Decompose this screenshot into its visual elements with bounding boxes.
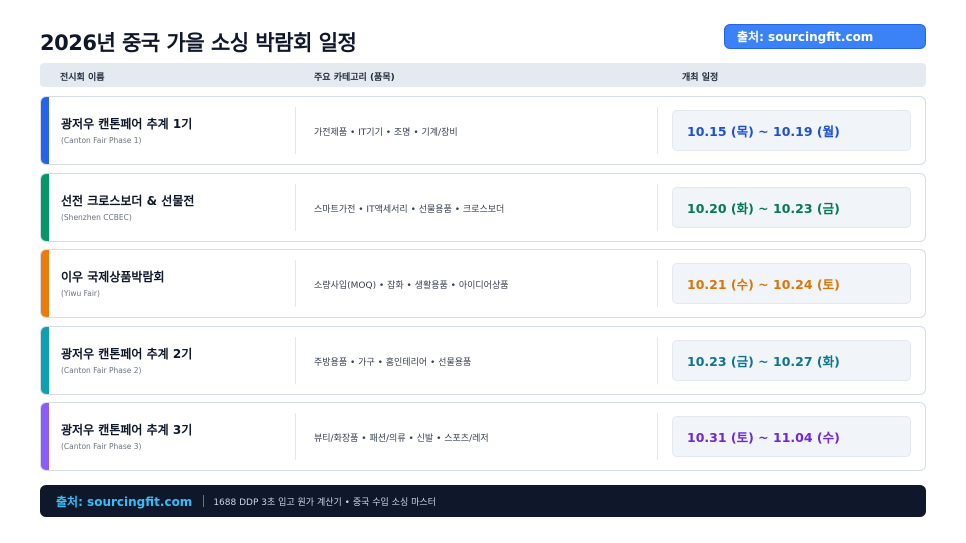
row-subtitle: (Canton Fair Phase 2) (61, 366, 142, 375)
row-date: 10.15 (목) ~ 10.19 (월) (672, 110, 911, 151)
row-category: 뷰티/화장품 • 패션/의류 • 신발 • 스포츠/레저 (314, 434, 489, 444)
table-header: 전시회 이름 주요 카테고리 (품목) 개최 일정 (40, 63, 926, 87)
row-name: 광저우 캔톤페어 추계 2기 (61, 347, 193, 361)
row-date: 10.21 (수) ~ 10.24 (토) (672, 263, 911, 304)
table-row: 이우 국제상품박람회 (Yiwu Fair) 소량사입(MOQ) • 잡화 • … (40, 249, 926, 318)
row-accent-bar (41, 250, 49, 317)
row-name: 광저우 캔톤페어 추계 1기 (61, 117, 193, 131)
page-title: 2026년 중국 가을 소싱 박람회 일정 (40, 31, 357, 55)
row-name: 광저우 캔톤페어 추계 3기 (61, 423, 193, 437)
row-accent-bar (41, 97, 49, 164)
row-name: 선전 크로스보더 & 선물전 (61, 194, 195, 208)
row-subtitle: (Yiwu Fair) (61, 289, 100, 298)
header-name: 전시회 이름 (60, 73, 105, 83)
row-date: 10.23 (금) ~ 10.27 (화) (672, 340, 911, 381)
source-badge[interactable]: 출처: sourcingfit.com (724, 24, 926, 49)
row-date: 10.31 (토) ~ 11.04 (수) (672, 416, 911, 457)
row-subtitle: (Canton Fair Phase 1) (61, 136, 142, 145)
row-accent-bar (41, 403, 49, 470)
row-category: 소량사입(MOQ) • 잡화 • 생활용품 • 아이디어상품 (314, 281, 509, 291)
footer-source[interactable]: 출처: sourcingfit.com (56, 493, 192, 510)
row-subtitle: (Shenzhen CCBEC) (61, 213, 132, 222)
footer-text: 1688 DDP 3초 입고 원가 계산기 • 중국 수입 소싱 마스터 (213, 497, 436, 508)
header-category: 주요 카테고리 (품목) (314, 73, 395, 83)
row-category: 주방용품 • 가구 • 홈인테리어 • 선물용품 (314, 358, 472, 368)
table-row: 선전 크로스보더 & 선물전 (Shenzhen CCBEC) 스마트가전 • … (40, 173, 926, 242)
row-accent-bar (41, 174, 49, 241)
row-subtitle: (Canton Fair Phase 3) (61, 442, 142, 451)
row-accent-bar (41, 327, 49, 394)
table-row: 광저우 캔톤페어 추계 3기 (Canton Fair Phase 3) 뷰티/… (40, 402, 926, 471)
footer-divider (203, 495, 205, 507)
table-row: 광저우 캔톤페어 추계 1기 (Canton Fair Phase 1) 가전제… (40, 96, 926, 165)
row-category: 스마트가전 • IT액세서리 • 선물용품 • 크로스보더 (314, 205, 505, 215)
row-date: 10.20 (화) ~ 10.23 (금) (672, 187, 911, 228)
row-name: 이우 국제상품박람회 (61, 270, 165, 284)
header-date: 개최 일정 (682, 73, 719, 83)
row-category: 가전제품 • IT기기 • 조명 • 기계/장비 (314, 128, 458, 138)
table-row: 광저우 캔톤페어 추계 2기 (Canton Fair Phase 2) 주방용… (40, 326, 926, 395)
footer-bar: 출처: sourcingfit.com 1688 DDP 3초 입고 원가 계산… (40, 485, 926, 517)
